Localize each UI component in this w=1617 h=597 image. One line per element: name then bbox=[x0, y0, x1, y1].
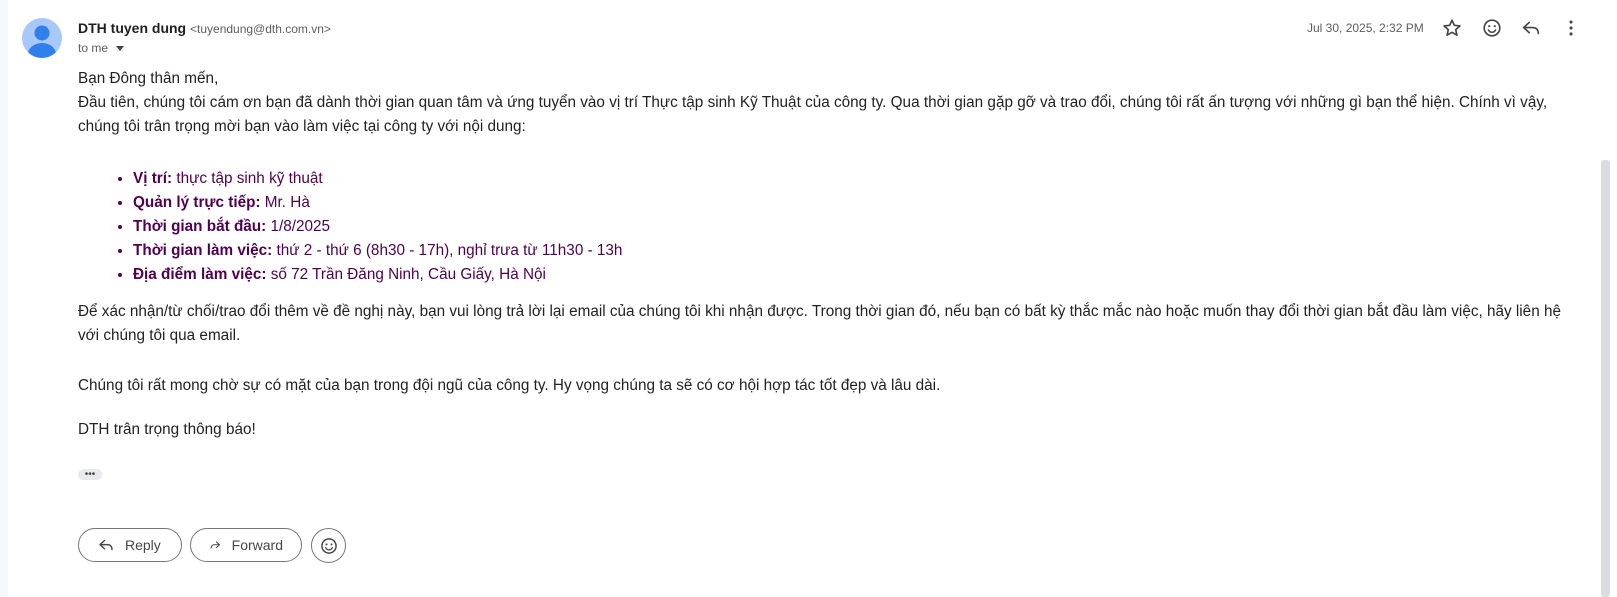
detail-label: Quản lý trực tiếp: bbox=[133, 194, 261, 211]
closing-paragraph: Chúng tôi rất mong chờ sự có mặt của bạn… bbox=[78, 377, 941, 394]
greeting: Bạn Đông thân mến, bbox=[78, 70, 219, 87]
star-icon[interactable] bbox=[1441, 17, 1463, 39]
reply-button[interactable]: Reply bbox=[78, 528, 182, 562]
sender-name[interactable]: DTH tuyen dung bbox=[78, 20, 186, 36]
forward-label: Forward bbox=[231, 537, 283, 553]
sender-avatar[interactable] bbox=[22, 18, 62, 58]
emoji-reaction-button[interactable] bbox=[311, 528, 346, 563]
list-item: Thời gian bắt đầu: 1/8/2025 bbox=[133, 215, 1578, 239]
list-item: Vị trí: thực tập sinh kỹ thuật bbox=[133, 167, 1578, 191]
chevron-down-icon[interactable] bbox=[116, 45, 125, 51]
detail-label: Thời gian làm việc: bbox=[133, 242, 273, 259]
offer-details-list: Vị trí: thực tập sinh kỹ thuật Quản lý t… bbox=[78, 167, 1578, 287]
forward-button[interactable]: Forward bbox=[190, 528, 302, 562]
recipient-label: to me bbox=[78, 41, 109, 55]
person-icon bbox=[28, 25, 56, 58]
sender-line: DTH tuyen dung <tuyendung@dth.com.vn> bbox=[78, 20, 331, 36]
detail-label: Thời gian bắt đầu: bbox=[133, 218, 267, 235]
message-body: Bạn Đông thân mến, Đầu tiên, chúng tôi c… bbox=[78, 67, 1578, 442]
detail-label: Địa điểm làm việc: bbox=[133, 266, 267, 283]
left-panel-edge bbox=[0, 0, 8, 597]
confirm-paragraph: Để xác nhận/từ chối/trao đổi thêm về đề … bbox=[78, 303, 1561, 344]
reply-icon bbox=[99, 539, 113, 551]
detail-value: 1/8/2025 bbox=[270, 218, 331, 235]
reply-label: Reply bbox=[125, 537, 161, 553]
show-trimmed-content-button[interactable]: ••• bbox=[78, 469, 102, 480]
intro-paragraph: Đầu tiên, chúng tôi cám ơn bạn đã dành t… bbox=[78, 94, 1548, 135]
message-date: Jul 30, 2025, 2:32 PM bbox=[1307, 21, 1424, 35]
detail-value: thực tập sinh kỹ thuật bbox=[176, 170, 323, 187]
detail-label: Vị trí: bbox=[133, 170, 173, 187]
list-item: Thời gian làm việc: thứ 2 - thứ 6 (8h30 … bbox=[133, 239, 1578, 263]
recipient-line[interactable]: to me bbox=[78, 41, 125, 55]
detail-value: thứ 2 - thứ 6 (8h30 - 17h), nghỉ trưa từ… bbox=[276, 242, 623, 259]
emoji-icon[interactable] bbox=[1481, 17, 1503, 39]
list-item: Quản lý trực tiếp: Mr. Hà bbox=[133, 191, 1578, 215]
emoji-icon bbox=[320, 537, 337, 554]
scrollbar-thumb[interactable] bbox=[1601, 160, 1610, 597]
sender-email: <tuyendung@dth.com.vn> bbox=[190, 22, 331, 36]
reply-icon[interactable] bbox=[1520, 17, 1542, 39]
detail-value: số 72 Trần Đăng Ninh, Cầu Giấy, Hà Nội bbox=[270, 266, 546, 283]
list-item: Địa điểm làm việc: số 72 Trần Đăng Ninh,… bbox=[133, 263, 1578, 287]
more-vert-icon[interactable] bbox=[1560, 17, 1582, 39]
signoff: DTH trân trọng thông báo! bbox=[78, 421, 256, 438]
detail-value: Mr. Hà bbox=[264, 194, 310, 211]
forward-icon bbox=[210, 541, 221, 549]
